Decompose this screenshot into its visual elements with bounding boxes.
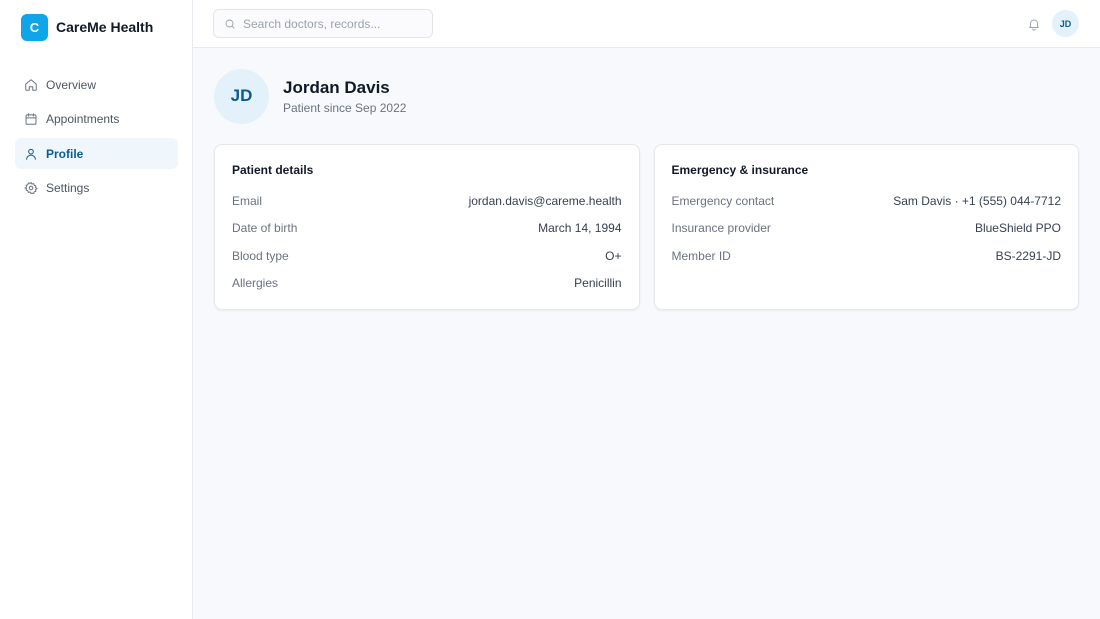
profile-text: Jordan Davis Patient since Sep 2022: [283, 78, 406, 115]
row-value: Sam Davis · +1 (555) 044-7712: [893, 193, 1061, 208]
row-value: O+: [605, 248, 622, 263]
sidebar-item-label: Overview: [46, 77, 97, 92]
app-root: C CareMe Health Overview Appointments Pr…: [0, 0, 1100, 619]
sidebar-nav: Overview Appointments Profile Settings: [0, 69, 192, 204]
row-label: Member ID: [671, 248, 731, 263]
notifications-button[interactable]: [1026, 16, 1042, 32]
calendar-icon: [24, 112, 38, 126]
avatar: JD: [214, 68, 269, 124]
cards-row: Patient details Email jordan.davis@carem…: [214, 144, 1079, 310]
patient-details-card: Patient details Email jordan.davis@carem…: [214, 144, 640, 310]
row-label: Allergies: [232, 276, 279, 291]
sidebar-item-profile[interactable]: Profile: [15, 138, 178, 169]
card-title: Emergency & insurance: [671, 163, 809, 177]
card-title: Patient details: [232, 163, 314, 177]
sidebar-item-label: Profile: [46, 146, 84, 161]
main-area: JD JD Jordan Davis Patient since Sep 202…: [193, 0, 1100, 619]
home-icon: [24, 78, 38, 92]
sidebar-item-label: Appointments: [46, 112, 120, 126]
sidebar-item-overview[interactable]: Overview: [15, 69, 178, 100]
row-label: Insurance provider: [671, 221, 771, 236]
row-value: jordan.davis@careme.health: [468, 193, 622, 208]
bell-icon: [1029, 18, 1039, 31]
row-label: Email: [232, 193, 263, 208]
brand-logo: C: [21, 13, 48, 41]
brand-name: CareMe Health: [56, 19, 154, 35]
sidebar-item-label: Settings: [46, 181, 90, 195]
search-icon: [225, 19, 235, 28]
detail-row-blood-type: Blood type O+: [232, 242, 622, 270]
row-label: Emergency contact: [671, 193, 775, 208]
detail-row-allergies: Allergies Penicillin: [232, 270, 622, 298]
sidebar: C CareMe Health Overview Appointments Pr…: [0, 0, 193, 619]
detail-row-insurance-provider: Insurance provider BlueShield PPO: [672, 215, 1062, 243]
topbar-actions: JD: [1026, 10, 1079, 37]
detail-row-member-id: Member ID BS-2291-JD: [672, 242, 1062, 270]
user-avatar-button[interactable]: JD: [1052, 10, 1079, 37]
sidebar-item-settings[interactable]: Settings: [15, 173, 178, 204]
profile-content: JD Jordan Davis Patient since Sep 2022 P…: [193, 48, 1100, 310]
detail-row-email: Email jordan.davis@careme.health: [232, 187, 622, 215]
search-input[interactable]: [243, 16, 423, 31]
page-title: Jordan Davis: [283, 77, 390, 97]
profile-header: JD Jordan Davis Patient since Sep 2022: [214, 68, 1079, 124]
emergency-insurance-card: Emergency & insurance Emergency contact …: [653, 144, 1079, 310]
profile-subtitle: Patient since Sep 2022: [283, 100, 407, 115]
detail-row-dob: Date of birth March 14, 1994: [232, 215, 622, 243]
detail-row-emergency-contact: Emergency contact Sam Davis · +1 (555) 0…: [672, 187, 1062, 215]
brand[interactable]: C CareMe Health: [0, 13, 192, 41]
row-value: Penicillin: [574, 276, 622, 291]
topbar: JD: [193, 0, 1100, 48]
sidebar-item-appointments[interactable]: Appointments: [15, 104, 178, 135]
gear-icon: [24, 181, 38, 195]
search-box[interactable]: [213, 9, 433, 38]
row-label: Blood type: [232, 248, 289, 263]
user-icon: [24, 147, 38, 161]
row-value: March 14, 1994: [538, 221, 622, 236]
row-value: BlueShield PPO: [974, 221, 1061, 236]
row-label: Date of birth: [232, 221, 298, 236]
row-value: BS-2291-JD: [995, 248, 1061, 263]
